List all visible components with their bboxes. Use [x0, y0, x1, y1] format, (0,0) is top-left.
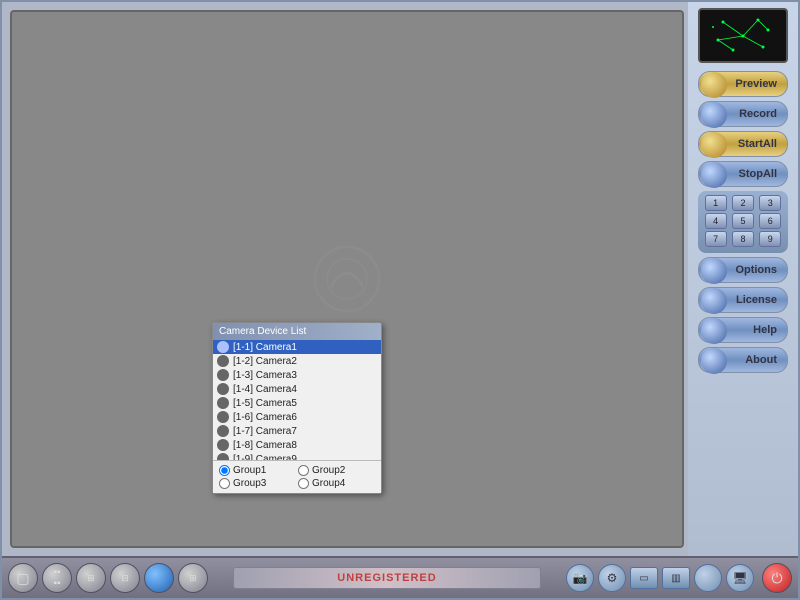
help-sphere — [701, 318, 727, 344]
group-radio-label: Group2 — [312, 465, 345, 476]
camera-item-label: [1-9] Camera9 — [233, 454, 297, 461]
controls-panel: Preview Record StartAll StopAll 123 456 78… — [688, 2, 798, 556]
camera-list-title: Camera Device List — [219, 326, 306, 337]
camera-list-item[interactable]: [1-5] Camera5 — [213, 396, 381, 410]
help-button[interactable]: Help — [698, 317, 788, 343]
group-radio-label: Group1 — [233, 465, 266, 476]
camera-item-label: [1-2] Camera2 — [233, 356, 297, 367]
camera-item-label: [1-5] Camera5 — [233, 398, 297, 409]
separator-dots-right — [551, 577, 562, 580]
camera-item-label: [1-1] Camera1 — [233, 342, 297, 353]
stop-all-sphere — [701, 162, 727, 188]
bottom-btn-grid2[interactable]: ⊟ — [110, 563, 140, 593]
top-area: Camera Device List [1-1] Camera1 [1-2] Ca… — [2, 2, 798, 556]
bottom-btn-square1[interactable]: ▢ — [8, 563, 38, 593]
camera-list-items: [1-1] Camera1 [1-2] Camera2 [1-3] Camera3 [… — [213, 340, 381, 460]
app-container: Camera Device List [1-1] Camera1 [1-2] Ca… — [0, 0, 800, 600]
camera-item-label: [1-4] Camera4 — [233, 384, 297, 395]
group-radio-group3[interactable]: Group3 — [219, 478, 296, 489]
group-radio-group2[interactable]: Group2 — [298, 465, 375, 476]
bottom-btn-settings[interactable]: ⚙ — [598, 564, 626, 592]
start-all-sphere — [701, 132, 727, 158]
video-area: Camera Device List [1-1] Camera1 [1-2] Ca… — [10, 10, 684, 548]
preview-sphere — [701, 72, 727, 98]
number-grid: 123 456 789 — [698, 191, 788, 253]
num-btn-6[interactable]: 6 — [759, 213, 781, 229]
camera-list-item[interactable]: [1-9] Camera9 — [213, 452, 381, 460]
num-btn-2[interactable]: 2 — [732, 195, 754, 211]
license-sphere — [701, 288, 727, 314]
start-all-button[interactable]: StartAll — [698, 131, 788, 157]
power-button[interactable]: ⏻ — [762, 563, 792, 593]
about-sphere — [701, 348, 727, 374]
num-grid-row: 123 — [702, 195, 784, 211]
license-button[interactable]: License — [698, 287, 788, 313]
options-sphere — [701, 258, 727, 284]
clock-icon — [703, 12, 783, 60]
bottom-btn-square2[interactable]: ▪▪▪▪ — [42, 563, 72, 593]
bottom-btn-circle2[interactable] — [694, 564, 722, 592]
num-btn-5[interactable]: 5 — [732, 213, 754, 229]
camera-item-icon — [217, 425, 229, 437]
num-btn-7[interactable]: 7 — [705, 231, 727, 247]
camera-item-icon — [217, 411, 229, 423]
record-button[interactable]: Record — [698, 101, 788, 127]
bottom-btn-grid3[interactable]: ⊞ — [178, 563, 208, 593]
bottom-btn-monitor[interactable]: 🖥 — [726, 564, 754, 592]
camera-list-item[interactable]: [1-7] Camera7 — [213, 424, 381, 438]
options-button[interactable]: Options — [698, 257, 788, 283]
unreg-banner: UNREGISTERED — [233, 567, 541, 589]
camera-list-item[interactable]: [1-8] Camera8 — [213, 438, 381, 452]
camera-item-icon — [217, 355, 229, 367]
camera-list-item[interactable]: [1-3] Camera3 — [213, 368, 381, 382]
camera-list-item[interactable]: [1-1] Camera1 — [213, 340, 381, 354]
camera-item-icon — [217, 397, 229, 409]
separator-dots-left — [212, 577, 223, 580]
group-radio-label: Group4 — [312, 478, 345, 489]
camera-list-item[interactable]: [1-6] Camera6 — [213, 410, 381, 424]
camera-item-icon — [217, 439, 229, 451]
video-watermark — [307, 239, 387, 319]
camera-item-icon — [217, 453, 229, 460]
bottom-btn-circle1[interactable] — [144, 563, 174, 593]
bottom-btn-grid1[interactable]: ⊞ — [76, 563, 106, 593]
camera-list-item[interactable]: [1-4] Camera4 — [213, 382, 381, 396]
camera-item-icon — [217, 341, 229, 353]
camera-list-title-bar: Camera Device List — [213, 323, 381, 340]
group-radio-label: Group3 — [233, 478, 266, 489]
num-grid-row: 789 — [702, 231, 784, 247]
group-radio-group1[interactable]: Group1 — [219, 465, 296, 476]
camera-item-label: [1-7] Camera7 — [233, 426, 297, 437]
num-grid-row: 456 — [702, 213, 784, 229]
camera-list-item[interactable]: [1-2] Camera2 — [213, 354, 381, 368]
group-radio-group4[interactable]: Group4 — [298, 478, 375, 489]
camera-item-label: [1-3] Camera3 — [233, 370, 297, 381]
num-btn-4[interactable]: 4 — [705, 213, 727, 229]
camera-list-popup: Camera Device List [1-1] Camera1 [1-2] Ca… — [212, 322, 382, 494]
preview-button[interactable]: Preview — [698, 71, 788, 97]
camera-item-icon — [217, 369, 229, 381]
record-sphere — [701, 102, 727, 128]
bottom-btn-rect2[interactable]: ▥ — [662, 567, 690, 589]
bottom-btn-camera[interactable]: 📷 — [566, 564, 594, 592]
num-btn-8[interactable]: 8 — [732, 231, 754, 247]
group-section: Group1 Group2 Group3 Group4 — [213, 460, 381, 493]
camera-item-icon — [217, 383, 229, 395]
bottom-btn-rect1[interactable]: ▭ — [630, 567, 658, 589]
camera-item-label: [1-6] Camera6 — [233, 412, 297, 423]
camera-item-label: [1-8] Camera8 — [233, 440, 297, 451]
bottom-bar: ▢ ▪▪▪▪ ⊞ ⊟ ⊞ UNREGISTERED 📷 ⚙ ▭ ▥ 🖥 ⏻ — [2, 556, 798, 598]
num-btn-9[interactable]: 9 — [759, 231, 781, 247]
about-button[interactable]: About — [698, 347, 788, 373]
clock-display — [698, 8, 788, 63]
num-btn-1[interactable]: 1 — [705, 195, 727, 211]
stop-all-button[interactable]: StopAll — [698, 161, 788, 187]
num-btn-3[interactable]: 3 — [759, 195, 781, 211]
